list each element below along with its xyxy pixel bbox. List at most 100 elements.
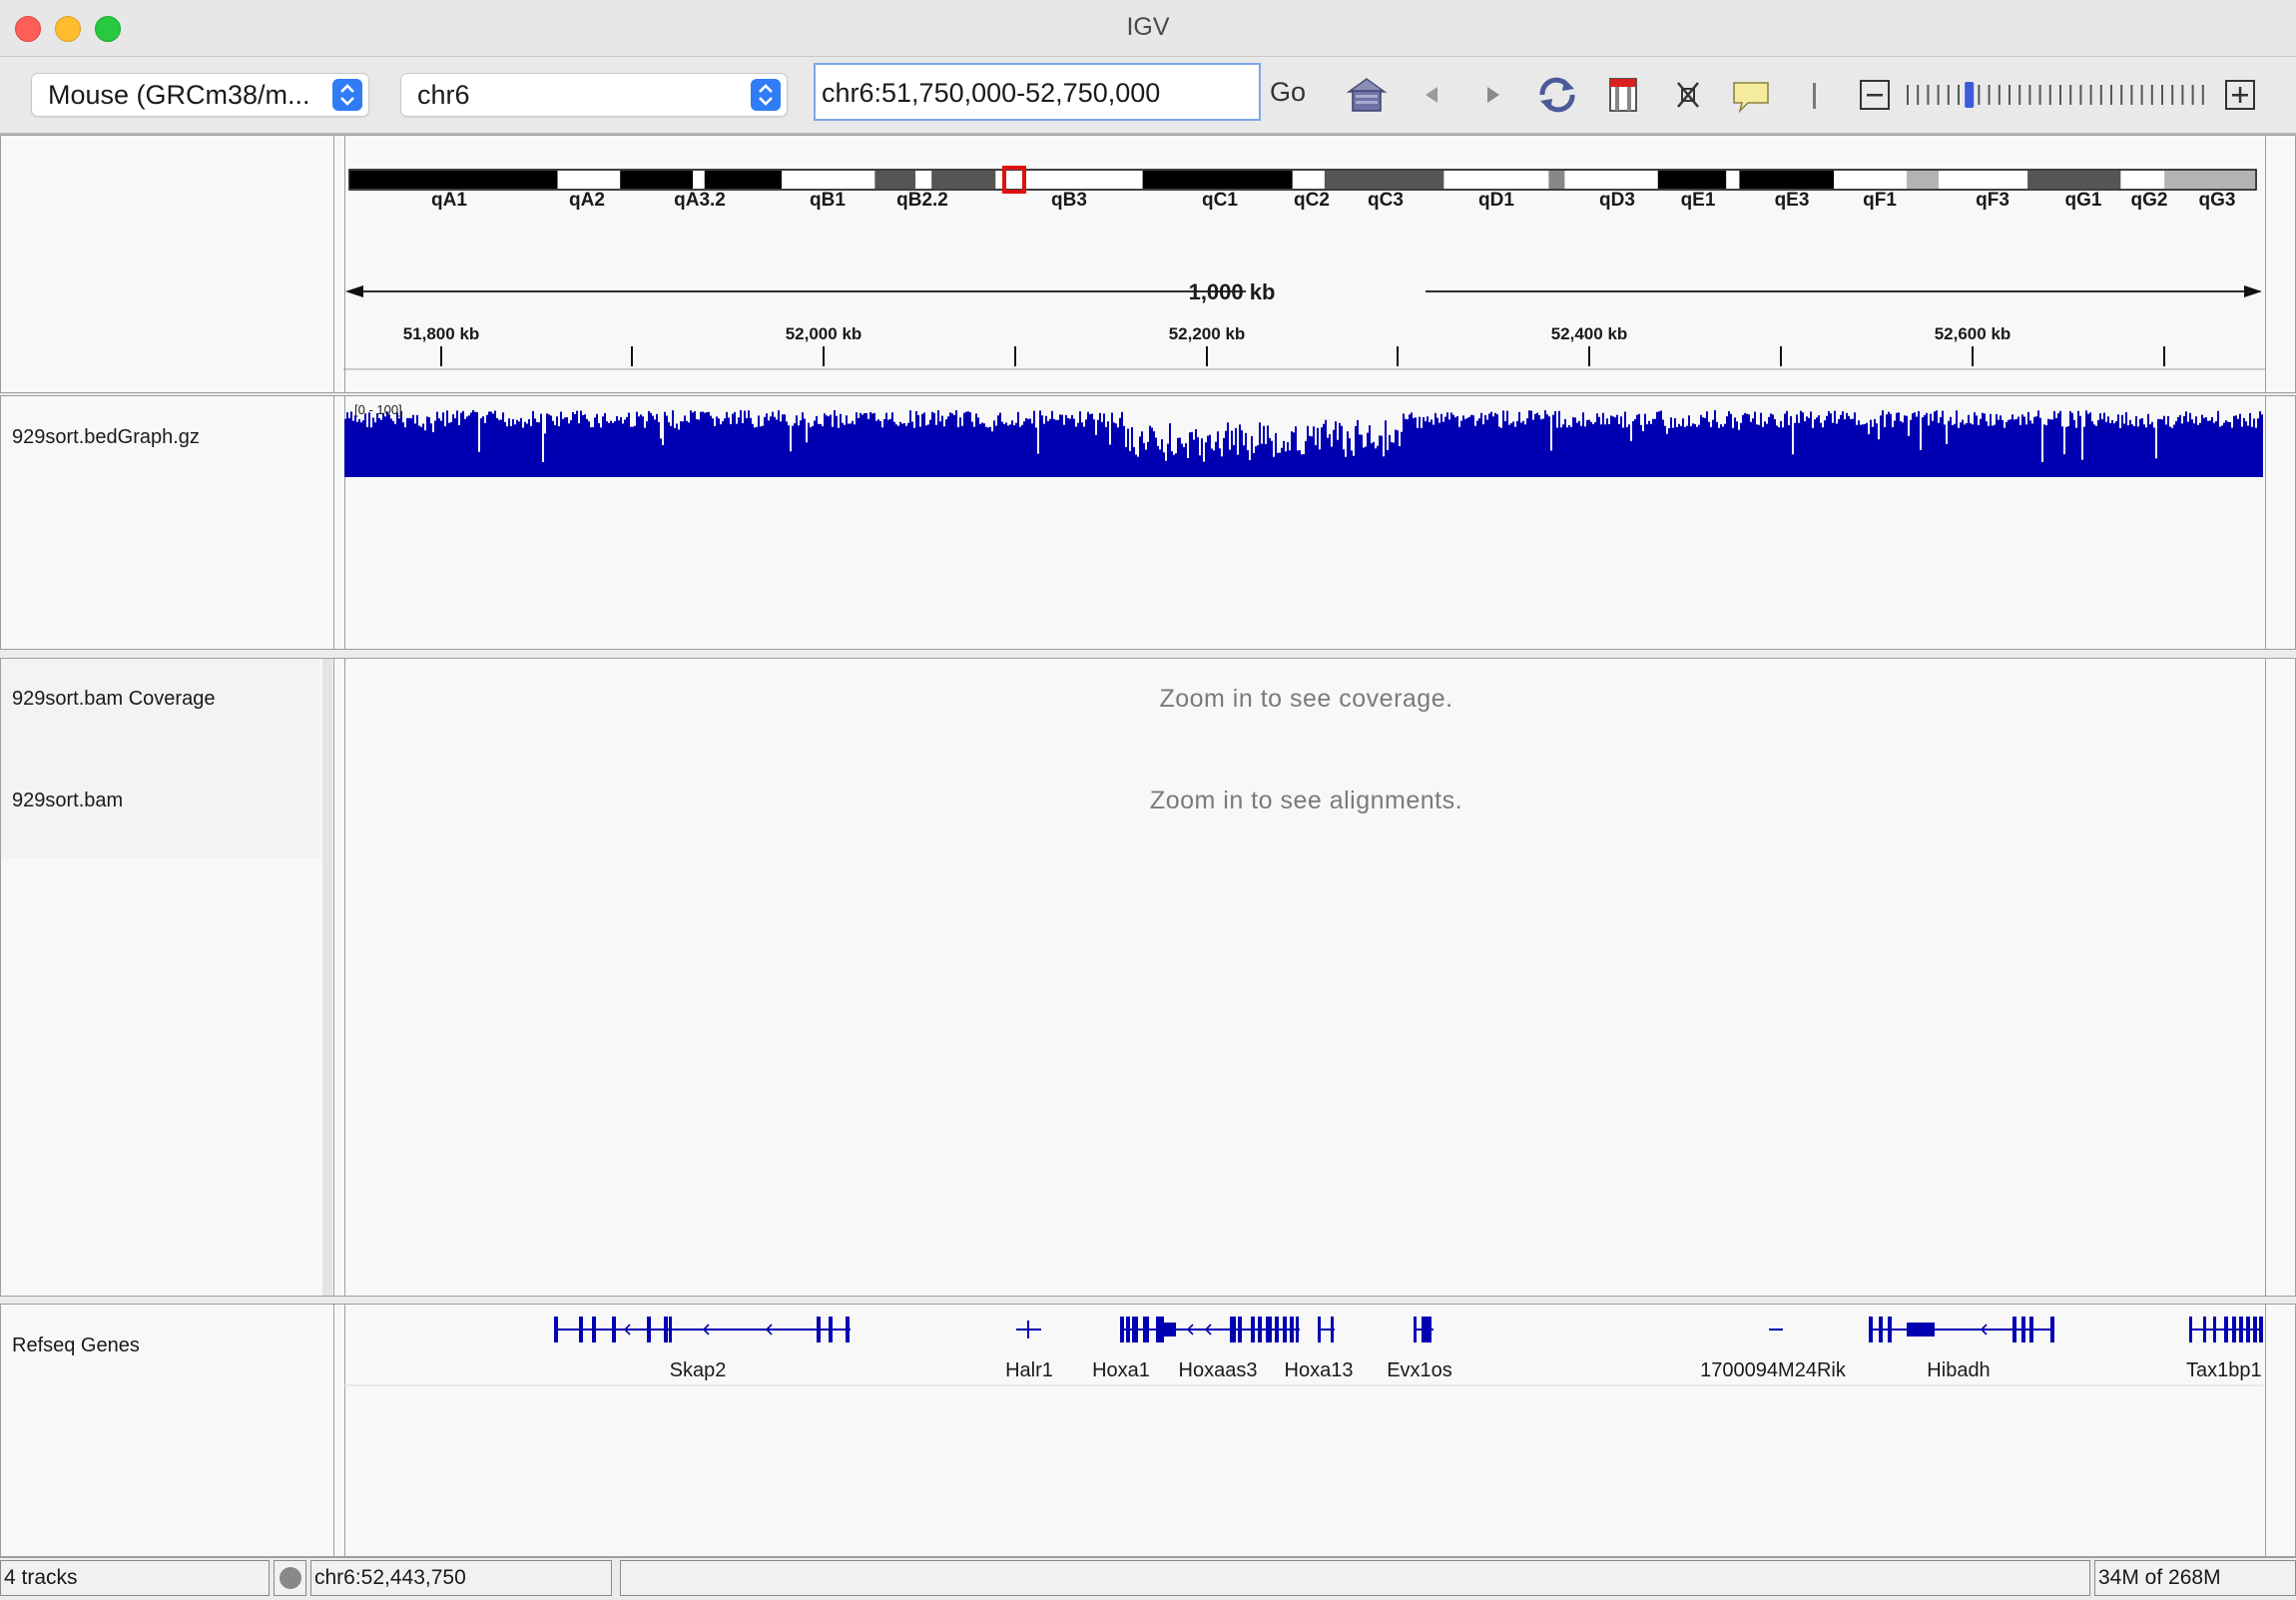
genome-select[interactable]: Mouse (GRCm38/m... bbox=[31, 73, 369, 117]
gene-Evx1os[interactable] bbox=[1414, 1317, 1434, 1342]
zoom-slider-tick bbox=[1958, 85, 1960, 105]
home-icon[interactable] bbox=[1345, 75, 1389, 115]
ideogram-band bbox=[1907, 171, 1940, 189]
gene-label-Hoxa13: Hoxa13 bbox=[1284, 1359, 1354, 1381]
gene-Hoxaas3[interactable] bbox=[1149, 1317, 1243, 1342]
locus-input-value: chr6:51,750,000-52,750,000 bbox=[822, 78, 1161, 108]
zoom-slider-tick bbox=[2059, 85, 2061, 105]
ideogram-band bbox=[1939, 171, 2028, 189]
locus-input[interactable]: chr6:51,750,000-52,750,000 bbox=[814, 63, 1261, 121]
genome-select-value: Mouse (GRCm38/m... bbox=[48, 80, 310, 110]
zoom-slider-tick bbox=[2038, 85, 2041, 105]
zoom-slider-tick bbox=[2089, 85, 2092, 105]
alignments-zoom-message: Zoom in to see alignments. bbox=[1149, 787, 1463, 814]
band-label-qA2: qA2 bbox=[569, 190, 605, 211]
gene-Hibadh[interactable] bbox=[1869, 1317, 2054, 1342]
bedgraph-track-name[interactable]: 929sort.bedGraph.gz bbox=[12, 426, 200, 449]
zoom-slider-tick bbox=[2130, 85, 2133, 105]
name-column-scrollbar[interactable] bbox=[322, 659, 332, 1296]
title-bar: IGV bbox=[0, 0, 2296, 57]
band-label-qC2: qC2 bbox=[1294, 190, 1330, 211]
zoom-slider-tick bbox=[1978, 85, 1981, 105]
zoom-in-icon[interactable] bbox=[2224, 75, 2256, 115]
ideogram-band bbox=[557, 171, 621, 189]
ideogram-band bbox=[693, 171, 705, 189]
band-label-qG3: qG3 bbox=[2198, 190, 2236, 211]
zoom-out-icon[interactable] bbox=[1859, 75, 1891, 115]
zoom-slider-tick bbox=[2048, 85, 2051, 105]
zoom-slider-thumb[interactable] bbox=[1965, 82, 1975, 108]
band-label-qB3: qB3 bbox=[1051, 190, 1087, 211]
ideogram-band bbox=[2120, 171, 2165, 189]
chromosome-select-value: chr6 bbox=[417, 80, 470, 110]
refseq-gene-track[interactable] bbox=[344, 1304, 2263, 1403]
chromosome-select[interactable]: chr6 bbox=[400, 73, 788, 117]
separator-icon bbox=[1813, 83, 1816, 109]
bedgraph-signal[interactable] bbox=[344, 404, 2263, 479]
refresh-icon[interactable] bbox=[1534, 75, 1580, 115]
ideogram-band bbox=[1142, 171, 1293, 189]
zoom-slider-tick bbox=[2161, 85, 2163, 105]
ruler-tick-label: 52,200 kb bbox=[1168, 324, 1246, 343]
band-label-qA3.2: qA3.2 bbox=[674, 190, 726, 211]
ideogram-band bbox=[1292, 171, 1325, 189]
ideogram-band bbox=[1564, 171, 1658, 189]
band-label-qC1: qC1 bbox=[1202, 190, 1238, 211]
band-label-qC3: qC3 bbox=[1368, 190, 1404, 211]
ruler-ticks bbox=[440, 346, 2165, 366]
status-bar: 4 tracks chr6:52,443,750 34M of 268M bbox=[0, 1557, 2296, 1600]
gene-Tax1bp1[interactable] bbox=[2189, 1317, 2263, 1342]
track-count-status: 4 tracks bbox=[0, 1560, 270, 1596]
fit-to-window-icon[interactable] bbox=[1672, 75, 1704, 115]
band-label-qF1: qF1 bbox=[1863, 190, 1897, 211]
position-status: chr6:52,443,750 bbox=[310, 1560, 612, 1596]
gene-label-Evx1os: Evx1os bbox=[1387, 1359, 1452, 1381]
ideogram-band bbox=[915, 171, 932, 189]
gene-label-Hoxaas3: Hoxaas3 bbox=[1178, 1359, 1258, 1381]
toolbar: Mouse (GRCm38/m... chr6 chr6:51,750,000-… bbox=[0, 57, 2296, 135]
ideogram-band bbox=[782, 171, 875, 189]
gene-Halr1[interactable] bbox=[1016, 1321, 1041, 1338]
gene-Hoxa13-b[interactable] bbox=[1318, 1317, 1335, 1342]
alignment-panel: 929sort.bam Coverage 929sort.bam Zoom in… bbox=[0, 658, 2296, 1297]
gene-Hoxa13[interactable] bbox=[1243, 1317, 1300, 1342]
gene-label-Hibadh: Hibadh bbox=[1927, 1359, 1991, 1381]
ruler-tick-label: 52,400 kb bbox=[1550, 324, 1628, 343]
zoom-slider-tick bbox=[1907, 85, 1909, 105]
bam-coverage-track-name[interactable]: 929sort.bam Coverage bbox=[12, 688, 215, 711]
gene-label-Hoxa1: Hoxa1 bbox=[1092, 1359, 1150, 1381]
bam-track-name[interactable]: 929sort.bam bbox=[12, 790, 123, 812]
gene-Hoxa1[interactable] bbox=[1120, 1317, 1149, 1342]
back-arrow-icon[interactable] bbox=[1420, 75, 1443, 115]
ruler-span-label: 1,000 kb bbox=[1188, 279, 1276, 304]
ideogram-band bbox=[1739, 171, 1835, 189]
zoom-slider-tick bbox=[2099, 85, 2102, 105]
zoom-slider-tick bbox=[2028, 85, 2031, 105]
ideogram-band bbox=[2027, 171, 2121, 189]
region-of-interest-icon[interactable] bbox=[1607, 75, 1639, 115]
alignment-data-column: Zoom in to see coverage. Zoom in to see … bbox=[344, 659, 2266, 1296]
zoom-slider[interactable] bbox=[1901, 75, 2210, 115]
zoom-slider-tick bbox=[2069, 85, 2072, 105]
ruler-tick-label: 52,600 kb bbox=[1934, 324, 2011, 343]
genome-select-stepper-icon bbox=[332, 79, 362, 111]
band-label-qG2: qG2 bbox=[2130, 190, 2168, 211]
chromosome-select-stepper-icon bbox=[751, 79, 781, 111]
ruler-right-arrow-icon bbox=[2244, 285, 2262, 297]
zoom-slider-tick bbox=[2110, 85, 2112, 105]
forward-arrow-icon[interactable] bbox=[1481, 75, 1505, 115]
band-label-qD1: qD1 bbox=[1478, 190, 1514, 211]
ideogram-band bbox=[1834, 171, 1908, 189]
refseq-track-name[interactable]: Refseq Genes bbox=[12, 1334, 140, 1357]
ideogram-band bbox=[1443, 171, 1549, 189]
ideogram-band bbox=[704, 171, 783, 189]
gene-name-column: Refseq Genes bbox=[1, 1305, 334, 1556]
band-label-qF3: qF3 bbox=[1976, 190, 2009, 211]
message-status bbox=[620, 1560, 2090, 1596]
ideogram-band bbox=[349, 171, 558, 189]
ideogram[interactable] bbox=[348, 169, 2257, 191]
popup-info-icon[interactable] bbox=[1730, 75, 1774, 115]
zoom-slider-tick bbox=[2150, 85, 2153, 105]
gene-Skap2[interactable] bbox=[554, 1317, 851, 1342]
go-button[interactable]: Go bbox=[1270, 77, 1306, 108]
